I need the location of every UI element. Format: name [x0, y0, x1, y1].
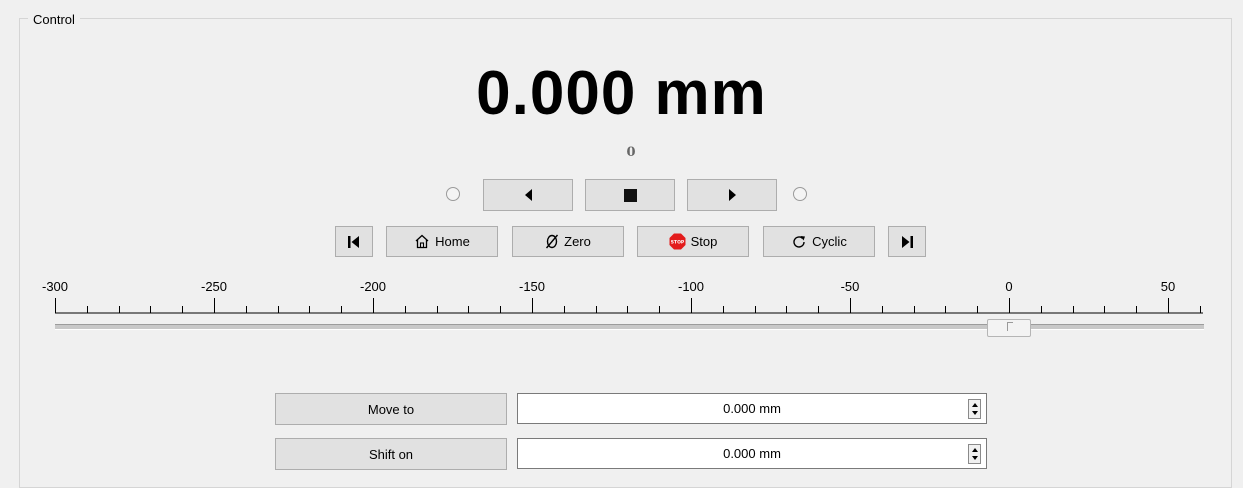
right-limit-indicator [793, 187, 807, 201]
stop-button-label: Stop [690, 234, 718, 249]
skip-end-icon [902, 235, 913, 248]
shift-on-label: Shift on [368, 446, 414, 462]
ruler-label: -150 [518, 279, 546, 294]
go-to-end-button[interactable] [888, 226, 926, 257]
shift-on-spin-arrows[interactable] [968, 444, 981, 464]
ruler-label: -200 [359, 279, 387, 294]
shift-on-spinbox[interactable]: 0.000 mm [517, 438, 987, 469]
spin-up-icon[interactable] [972, 403, 978, 407]
zero-button[interactable]: Zero [512, 226, 624, 257]
cyclic-button-label: Cyclic [812, 234, 847, 249]
control-group-title: Control [28, 13, 80, 27]
stop-button[interactable]: STOP Stop [637, 226, 749, 257]
spin-down-icon[interactable] [972, 411, 978, 415]
ruler-label: 50 [1160, 279, 1176, 294]
left-limit-indicator [446, 187, 460, 201]
zero-slash-icon [546, 234, 559, 249]
ruler-scale [55, 298, 1203, 314]
shift-on-value: 0.000 mm [723, 446, 781, 461]
skip-start-icon [348, 235, 359, 248]
ruler-label: -300 [41, 279, 69, 294]
ruler-label: 0 [1005, 279, 1013, 294]
ruler-label: -100 [677, 279, 705, 294]
move-to-button[interactable]: Move to [275, 393, 507, 425]
shift-on-button[interactable]: Shift on [275, 438, 507, 470]
ruler-label: -250 [200, 279, 228, 294]
go-to-start-button[interactable] [335, 226, 373, 257]
stop-sign-text: STOP [670, 240, 684, 246]
move-to-spin-arrows[interactable] [968, 399, 981, 419]
cyclic-button[interactable]: Cyclic [763, 226, 875, 257]
position-slider-handle[interactable] [987, 319, 1031, 337]
step-count-readout: 0 [626, 145, 636, 160]
cyclic-refresh-icon [793, 235, 806, 248]
position-slider-track[interactable] [55, 324, 1204, 330]
jog-right-button[interactable] [687, 179, 777, 211]
move-to-spinbox[interactable]: 0.000 mm [517, 393, 987, 424]
ruler-label: -50 [840, 279, 860, 294]
position-readout: 0.000 mm [476, 59, 767, 128]
move-to-value: 0.000 mm [723, 401, 781, 416]
jog-stop-button[interactable] [585, 179, 675, 211]
home-button-label: Home [435, 234, 470, 249]
home-icon [415, 234, 429, 249]
zero-button-label: Zero [564, 234, 591, 249]
move-to-label: Move to [367, 401, 415, 417]
jog-left-button[interactable] [483, 179, 573, 211]
square-stop-icon [623, 188, 637, 202]
home-button[interactable]: Home [386, 226, 498, 257]
stop-sign-icon: STOP [669, 233, 686, 250]
spin-up-icon[interactable] [972, 448, 978, 452]
spin-down-icon[interactable] [972, 456, 978, 460]
triangle-right-icon [728, 189, 736, 201]
triangle-left-icon [524, 189, 532, 201]
